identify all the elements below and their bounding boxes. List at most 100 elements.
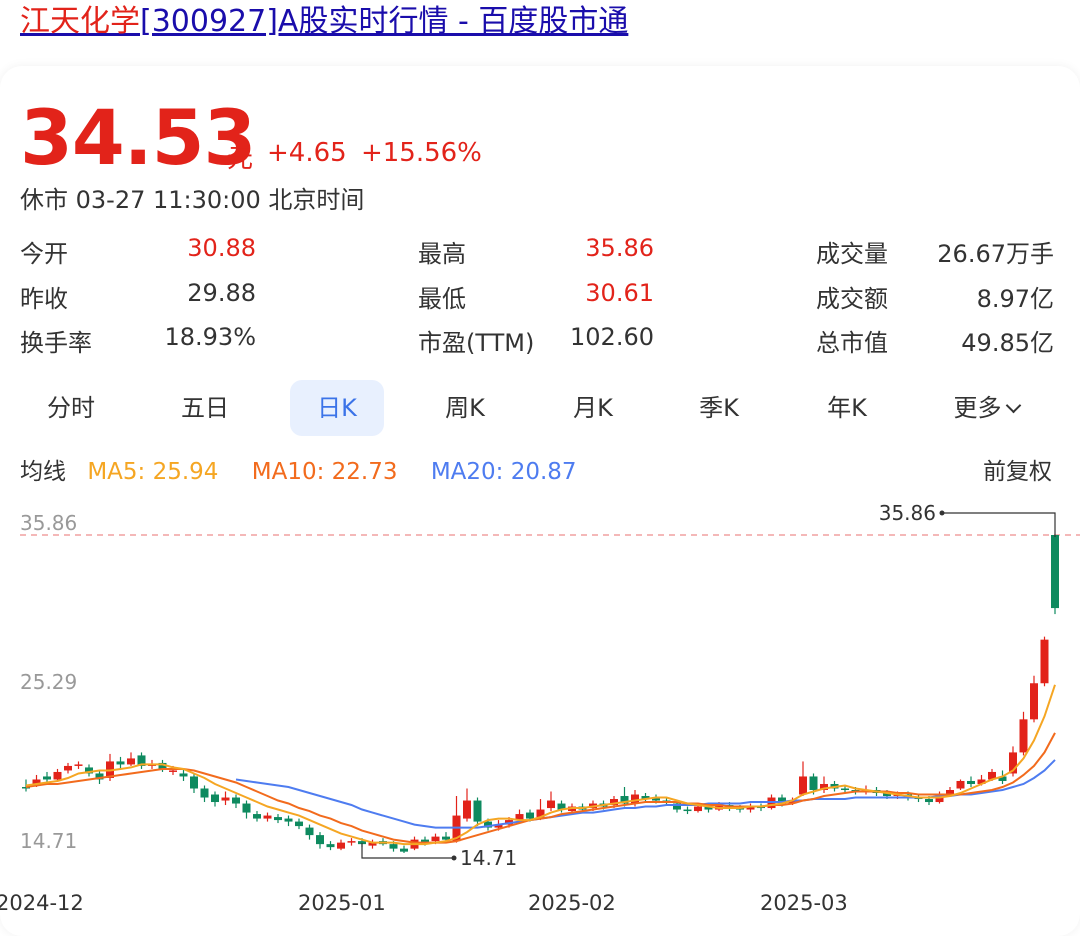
stat-value: 29.88 <box>187 279 256 307</box>
candle-body <box>1019 719 1028 753</box>
candle-body <box>841 788 849 791</box>
stat-value: 8.97亿 <box>976 285 1054 313</box>
stat-label: 最低 <box>418 285 466 313</box>
candle-body <box>211 794 219 803</box>
stat-value: 35.86 <box>585 234 654 262</box>
candle-body <box>316 835 324 845</box>
tab-label: 月K <box>573 394 613 422</box>
x-tick-label: 2024-12 <box>0 891 84 915</box>
min-dot <box>451 855 457 861</box>
candle-body <box>242 803 251 813</box>
candle-body <box>442 836 450 840</box>
candle-body <box>190 776 198 789</box>
tab-3[interactable]: 周K <box>418 380 512 436</box>
candle-body <box>473 800 482 822</box>
change-amount: +4.65 <box>267 138 347 168</box>
tab-label: 周K <box>445 394 485 422</box>
tab-label: 分时 <box>47 394 95 422</box>
tab-4[interactable]: 月K <box>546 380 640 436</box>
stat-value: 30.88 <box>187 234 256 262</box>
candle-body <box>337 842 345 849</box>
stat-label: 成交量 <box>816 240 888 268</box>
min-price-label: 14.71 <box>460 846 517 870</box>
candle-body <box>683 809 692 812</box>
max-dot <box>939 510 945 516</box>
candle-body <box>809 776 818 791</box>
candle-body <box>127 758 135 765</box>
x-tick-label: 2025-03 <box>760 891 848 915</box>
candle-body <box>169 770 177 772</box>
price-unit: 元 <box>227 144 254 174</box>
tab-7[interactable]: 更多 <box>936 380 1036 436</box>
ma5-line <box>25 684 1056 846</box>
stat-value: 30.61 <box>585 279 654 307</box>
candle-body <box>53 771 62 780</box>
kline-chart[interactable]: 35.86 25.29 14.71 35.86 14.71 2024-12 2025-01 2… <box>0 488 1080 922</box>
candle-body <box>274 817 282 821</box>
candle-body <box>232 797 240 804</box>
candle-body <box>956 780 965 789</box>
stat-value: 18.93% <box>164 323 256 351</box>
page-title-link[interactable]: 江天化学[300927]A股实时行情 - 百度股市通 <box>20 2 628 42</box>
tab-label: 季K <box>699 394 739 422</box>
stat-label: 市盈(TTM) <box>418 329 535 357</box>
candle-body <box>547 800 555 809</box>
candle-body <box>389 844 398 849</box>
current-price: 34.53 <box>20 93 256 182</box>
tab-label: 日K <box>317 394 357 422</box>
tab-0[interactable]: 分时 <box>24 380 118 436</box>
candle-body <box>116 761 125 765</box>
stat-label: 成交额 <box>816 285 888 313</box>
candle-body <box>1040 639 1049 684</box>
stat-label: 今开 <box>20 240 68 268</box>
tab-1[interactable]: 五日 <box>158 380 252 436</box>
stat-value: 49.85亿 <box>961 329 1054 357</box>
candle-body <box>1030 683 1038 720</box>
max-price-label: 35.86 <box>879 501 936 525</box>
candle-body <box>463 800 471 819</box>
candle-body <box>305 827 314 836</box>
candle-body <box>253 814 261 819</box>
candle-body <box>400 848 408 852</box>
candle-body <box>925 799 933 803</box>
candle-body <box>74 764 83 766</box>
ma-label: 均线 <box>20 459 66 485</box>
x-tick-label: 2025-01 <box>298 891 386 915</box>
page-title-rest[interactable]: [300927]A股实时行情 - 百度股市通 <box>140 4 628 39</box>
stat-label: 昨收 <box>20 285 68 313</box>
y-tick-label: 35.86 <box>20 511 77 535</box>
ma5-value: MA5: 25.94 <box>87 459 219 485</box>
stock-name[interactable]: 江天化学 <box>20 4 140 39</box>
candle-body <box>284 818 293 822</box>
market-status: 休市 03-27 11:30:00 北京时间 <box>20 186 365 214</box>
tab-6[interactable]: 年K <box>800 380 894 436</box>
candle-body <box>64 765 72 771</box>
candle-body <box>179 773 188 777</box>
candle-body <box>967 780 975 784</box>
stat-label: 总市值 <box>816 329 888 357</box>
candle-body <box>221 797 230 801</box>
tab-5[interactable]: 季K <box>672 380 766 436</box>
candle-body <box>526 812 534 819</box>
stat-value: 102.60 <box>570 323 654 351</box>
candle-body <box>431 836 440 842</box>
adjust-mode-button[interactable]: 前复权 <box>983 452 1052 486</box>
max-pointer <box>942 512 1056 537</box>
candle-body <box>694 806 702 812</box>
price-change: +4.65 +15.56% <box>267 138 482 168</box>
candle-body <box>263 815 272 819</box>
chevron-down-icon <box>1005 397 1021 414</box>
tab-2[interactable]: 日K <box>290 380 384 436</box>
candle-body <box>43 776 51 780</box>
candle-body <box>200 788 209 798</box>
candle-body <box>326 844 335 848</box>
ma-legend: 均线 MA5: 25.94 MA10: 22.73 MA20: 20.87 <box>20 452 603 486</box>
y-tick-label: 14.71 <box>20 829 77 853</box>
tab-label: 年K <box>827 394 867 422</box>
change-percent: +15.56% <box>360 138 482 168</box>
stat-value: 26.67万手 <box>937 240 1054 268</box>
candle-body <box>347 841 356 843</box>
candle-body <box>799 776 807 795</box>
candle-body <box>1051 535 1059 609</box>
x-tick-label: 2025-02 <box>528 891 616 915</box>
